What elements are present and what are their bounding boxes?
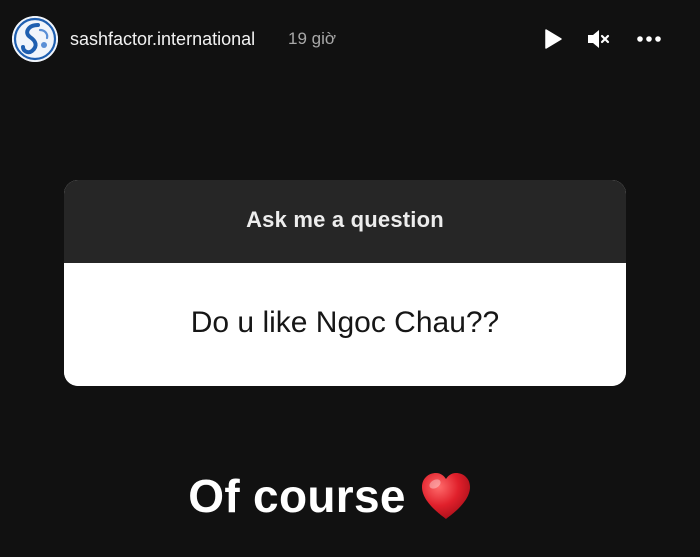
mute-toggle-button[interactable] [583,24,613,54]
more-options-icon [637,36,661,42]
answer-text: Of course [188,470,406,522]
play-button[interactable] [537,24,567,54]
question-sticker-header: Ask me a question [64,180,626,263]
sashfactor-logo-icon [12,16,58,62]
story-header: sashfactor.international 19 giờ [0,0,700,78]
answer-caption: Of course [0,466,700,526]
more-options-button[interactable] [634,24,664,54]
red-heart-icon [418,469,474,523]
muted-speaker-icon [588,30,610,48]
question-text: Do u like Ngoc Chau?? [190,306,500,339]
question-sticker-title: Ask me a question [246,206,444,232]
play-icon [545,29,562,49]
account-avatar[interactable] [12,16,58,62]
post-timestamp: 19 giờ [288,29,337,48]
question-sticker-body: Do u like Ngoc Chau?? [64,263,626,386]
question-sticker[interactable]: Ask me a question Do u like Ngoc Chau?? [64,180,626,386]
account-username[interactable]: sashfactor.international [70,28,255,50]
